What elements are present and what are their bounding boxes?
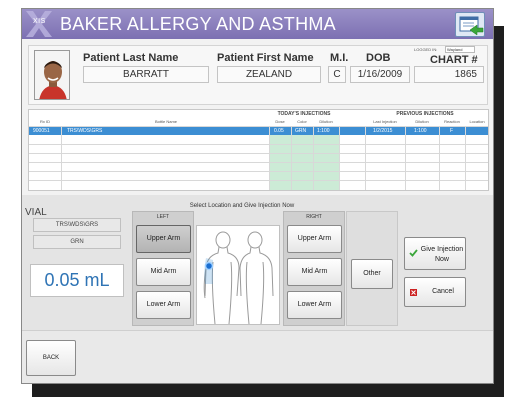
vial-color: GRN [33, 235, 121, 249]
app-window: XIS BAKER ALLERGY AND ASTHMA Patient Las… [21, 8, 494, 384]
dob-label: DOB [366, 52, 391, 64]
column-header: Rx ID [40, 119, 50, 124]
grid-line [29, 153, 488, 154]
rx-id-cell: 900051 [33, 128, 50, 134]
grid-line [269, 126, 270, 190]
grid-line [339, 126, 340, 190]
logged-in-user: Wayland [445, 46, 475, 53]
right-lower-arm-button[interactable]: Lower Arm [287, 291, 342, 319]
grid-line [291, 126, 292, 190]
app-title: BAKER ALLERGY AND ASTHMA [60, 14, 336, 34]
first-name-label: Patient First Name [217, 52, 314, 64]
exit-screen-icon [459, 16, 484, 36]
column-header: Dose [275, 119, 285, 124]
grid-line [313, 126, 314, 190]
left-lower-arm-button[interactable]: Lower Arm [136, 291, 191, 319]
patient-photo-image [35, 51, 69, 99]
column-header: Bottle Name [154, 119, 177, 124]
left-upper-arm-button[interactable]: Upper Arm [136, 225, 191, 253]
right-upper-arm-button[interactable]: Upper Arm [287, 225, 342, 253]
middle-initial-label: M.I. [330, 52, 349, 64]
column-header: Last Injection [373, 119, 397, 124]
cancel-x-icon [410, 289, 417, 296]
title-bar: XIS BAKER ALLERGY AND ASTHMA [22, 9, 493, 39]
right-mid-arm-button[interactable]: Mid Arm [287, 258, 342, 286]
dose-cell: 0.05 [274, 128, 284, 134]
column-header: Reaction [444, 119, 460, 124]
grid-line [439, 126, 440, 190]
vial-bottle-name: TRS\WDS\GRS [33, 218, 121, 232]
last-name-label: Patient Last Name [83, 52, 179, 64]
grid-line [465, 126, 466, 190]
injection-site-dot [204, 261, 214, 271]
cancel-label: Cancel [432, 288, 454, 295]
dob-field: 1/16/2009 [350, 66, 410, 83]
vial-label: VIAL [25, 207, 47, 218]
other-location-panel: Other [346, 211, 398, 326]
grid-line [29, 126, 488, 127]
give-injection-label: Give Injection Now [420, 246, 464, 263]
right-label: RIGHT [306, 214, 322, 220]
table-row[interactable]: 900051 TRS\WDS\GRS 0.05 GRN 1:100 1/2/20… [29, 126, 488, 135]
today-injections-header: TODAY'S INJECTIONS [277, 111, 331, 117]
body-diagram [196, 225, 280, 325]
body-outline-icon [203, 231, 274, 325]
grid-line [29, 144, 488, 145]
right-arm-panel: RIGHT Upper Arm Mid Arm Lower Arm [283, 211, 345, 326]
exit-button[interactable] [455, 12, 485, 37]
color-cell: GRN [295, 128, 307, 134]
logo-text: XIS [33, 18, 46, 25]
left-label: LEFT [156, 214, 170, 220]
grid-line [29, 162, 488, 163]
bottom-bar: BACK [22, 330, 493, 383]
column-header: Location [469, 119, 485, 124]
other-location-button[interactable]: Other [351, 259, 393, 289]
give-injection-button[interactable]: Give Injection Now [404, 237, 466, 270]
grid-line [365, 126, 366, 190]
previous-dilution-cell: 1:100 [414, 128, 427, 134]
grid-line [405, 126, 406, 190]
patient-photo [34, 50, 70, 100]
logged-in-label: LOGGED IN: [414, 47, 438, 52]
grid-line [29, 180, 488, 181]
column-header: Dilution [319, 119, 333, 124]
left-mid-arm-button[interactable]: Mid Arm [136, 258, 191, 286]
bottle-name-cell: TRS\WDS\GRS [67, 128, 103, 134]
last-injection-cell: 1/2/2015 [373, 128, 393, 134]
chart-label: CHART # [430, 54, 478, 66]
cancel-button[interactable]: Cancel [404, 277, 466, 307]
dose-display: 0.05 mL [30, 264, 124, 297]
grid-line [61, 126, 62, 190]
location-instruction: Select Location and Give Injection Now [189, 203, 295, 209]
patient-info-panel: Patient Last Name BARRATT Patient First … [28, 45, 488, 105]
injection-grid: TODAY'S INJECTIONS PREVIOUS INJECTIONS R… [28, 109, 489, 191]
previous-injections-header: PREVIOUS INJECTIONS [396, 111, 454, 117]
left-arm-panel: LEFT Upper Arm Mid Arm Lower Arm [132, 211, 194, 326]
back-button[interactable]: BACK [26, 340, 76, 376]
injection-location-section: VIAL TRS\WDS\GRS GRN 0.05 mL Select Loca… [22, 195, 493, 330]
column-header: Dilution [415, 119, 429, 124]
chart-number-field: 1865 [414, 66, 484, 83]
dilution-cell: 1:100 [317, 128, 330, 134]
column-header: Color [297, 119, 307, 124]
middle-initial-field: C [328, 66, 346, 83]
checkmark-icon [409, 249, 418, 257]
reaction-cell: F [450, 128, 454, 134]
first-name-field: ZEALAND [217, 66, 321, 83]
last-name-field: BARRATT [83, 66, 209, 83]
grid-line [29, 171, 488, 172]
